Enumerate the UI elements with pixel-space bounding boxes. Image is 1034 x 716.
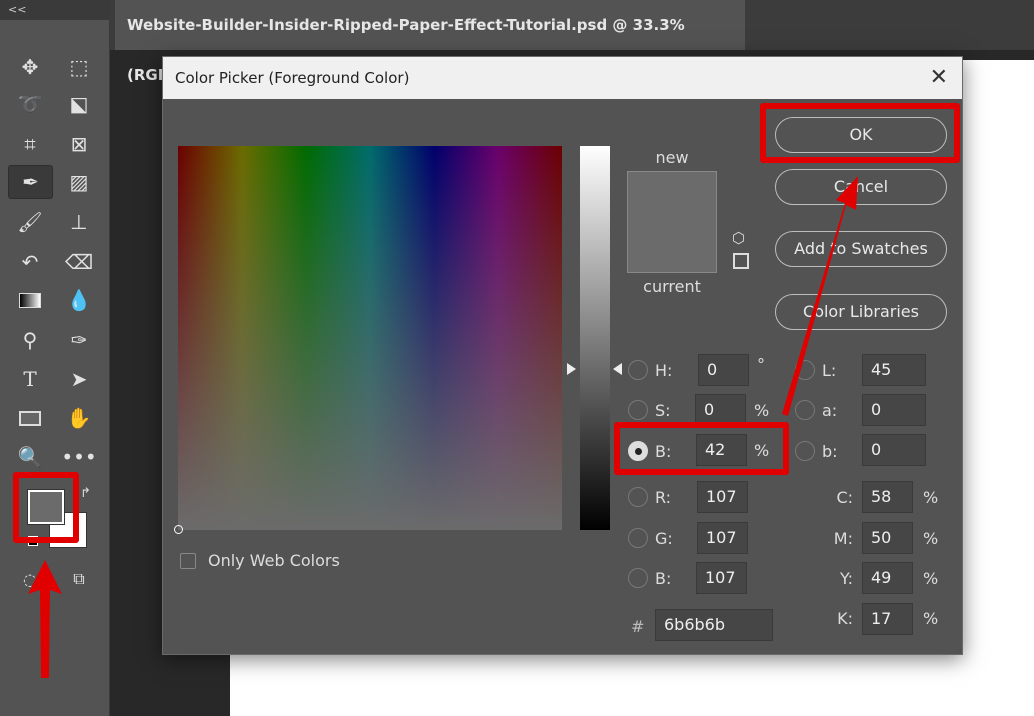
arrow-up-toolbar <box>28 560 62 678</box>
annotation-arrows <box>28 176 858 678</box>
arrow-to-ok <box>782 176 858 416</box>
